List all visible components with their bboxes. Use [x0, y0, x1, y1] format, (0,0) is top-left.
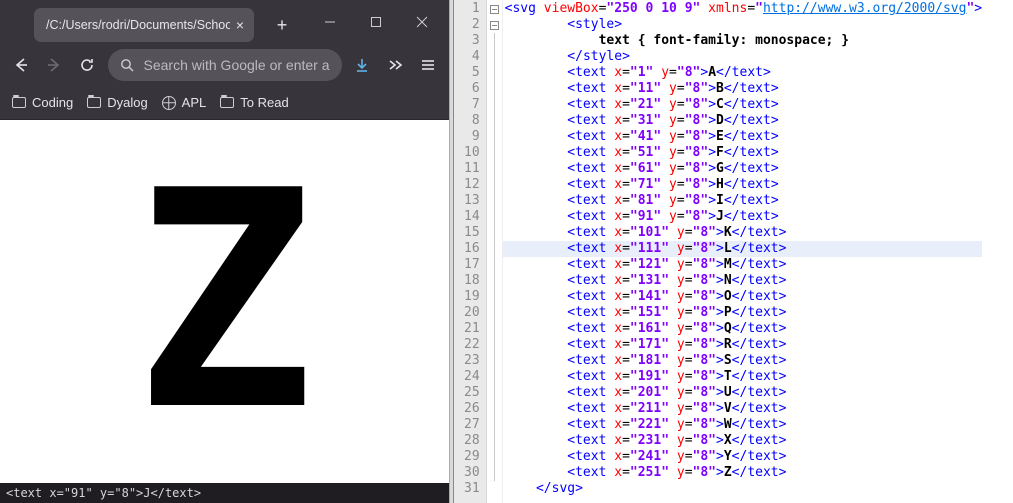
tab-title: /C:/Users/rodri/Documents/School — [46, 18, 230, 32]
code-line[interactable]: <text x="81" y="8">I</text> — [505, 193, 982, 209]
bookmark-label: Coding — [32, 95, 73, 110]
globe-icon — [162, 96, 176, 110]
code-line[interactable]: <text x="231" y="8">X</text> — [505, 433, 982, 449]
code-line[interactable]: <text x="91" y="8">J</text> — [505, 209, 982, 225]
code-line[interactable]: <text x="161" y="8">Q</text> — [505, 321, 982, 337]
code-line[interactable]: <text x="121" y="8">M</text> — [505, 257, 982, 273]
bookmark-item[interactable]: Coding — [12, 95, 73, 110]
code-line[interactable]: <svg viewBox="250 0 10 9" xmlns="http://… — [505, 1, 982, 17]
folder-icon — [220, 97, 234, 108]
code-line[interactable]: <text x="11" y="8">B</text> — [505, 81, 982, 97]
code-line[interactable]: <text x="51" y="8">F</text> — [505, 145, 982, 161]
download-button[interactable] — [350, 50, 375, 80]
window-controls — [307, 0, 445, 44]
forward-button[interactable] — [41, 50, 66, 80]
code-line[interactable]: <text x="181" y="8">S</text> — [505, 353, 982, 369]
menu-button[interactable] — [416, 50, 441, 80]
bookmark-label: APL — [182, 95, 207, 110]
reload-button[interactable] — [74, 50, 99, 80]
close-window-icon[interactable] — [399, 0, 445, 44]
code-line[interactable]: <text x="101" y="8">K</text> — [505, 225, 982, 241]
toolbar: Search with Google or enter a — [0, 44, 449, 86]
omnibox-placeholder: Search with Google or enter a — [144, 57, 330, 73]
new-tab-button[interactable]: + — [268, 11, 296, 39]
back-button[interactable] — [8, 50, 33, 80]
code-line[interactable]: </svg> — [505, 481, 982, 497]
code-line[interactable]: <text x="191" y="8">T</text> — [505, 369, 982, 385]
code-line[interactable]: <text x="211" y="8">V</text> — [505, 401, 982, 417]
svg-letter: Z — [134, 152, 315, 452]
code-editor[interactable]: 1234567891011121314151617181920212223242… — [454, 0, 1013, 503]
bookmark-label: To Read — [240, 95, 288, 110]
code-line[interactable]: <text x="201" y="8">U</text> — [505, 385, 982, 401]
code-line[interactable]: <text x="31" y="8">D</text> — [505, 113, 982, 129]
code-line[interactable]: <text x="141" y="8">O</text> — [505, 289, 982, 305]
code-line[interactable]: <text x="41" y="8">E</text> — [505, 129, 982, 145]
fold-toggle[interactable] — [487, 1, 502, 17]
code-line[interactable]: <style> — [505, 17, 982, 33]
code-line[interactable]: <text x="1" y="8">A</text> — [505, 65, 982, 81]
code-line[interactable]: </style> — [505, 49, 982, 65]
code-line[interactable]: <text x="171" y="8">R</text> — [505, 337, 982, 353]
code-line[interactable]: text { font-family: monospace; } — [505, 33, 982, 49]
bookmark-item[interactable]: Dyalog — [87, 95, 147, 110]
folder-icon — [87, 97, 101, 108]
bookmark-item[interactable]: APL — [162, 95, 207, 110]
code-line[interactable]: <text x="151" y="8">P</text> — [505, 305, 982, 321]
maximize-icon[interactable] — [353, 0, 399, 44]
browser-tab[interactable]: /C:/Users/rodri/Documents/School × — [34, 8, 254, 42]
code-line[interactable]: <text x="61" y="8">G</text> — [505, 161, 982, 177]
code-line[interactable]: <text x="251" y="8">Z</text> — [505, 465, 982, 481]
code-area[interactable]: <svg viewBox="250 0 10 9" xmlns="http://… — [503, 0, 982, 503]
bookmark-item[interactable]: To Read — [220, 95, 288, 110]
minimize-icon[interactable] — [307, 0, 353, 44]
fold-toggle[interactable] — [487, 17, 502, 33]
code-line[interactable]: <text x="131" y="8">N</text> — [505, 273, 982, 289]
page-content: Z — [0, 120, 449, 483]
bookmarks-bar: Coding Dyalog APL To Read — [0, 86, 449, 120]
code-line[interactable]: <text x="71" y="8">H</text> — [505, 177, 982, 193]
status-bar: <text x="91" y="8">J</text> — [0, 483, 449, 503]
code-line[interactable]: <text x="221" y="8">W</text> — [505, 417, 982, 433]
browser-window: /C:/Users/rodri/Documents/School × + Sea… — [0, 0, 449, 503]
fold-gutter — [487, 0, 503, 503]
search-icon — [120, 58, 134, 72]
code-line[interactable]: <text x="21" y="8">C</text> — [505, 97, 982, 113]
omnibox[interactable]: Search with Google or enter a — [108, 49, 342, 81]
line-number-gutter: 1234567891011121314151617181920212223242… — [454, 0, 487, 503]
bookmark-label: Dyalog — [107, 95, 147, 110]
code-line[interactable]: <text x="241" y="8">Y</text> — [505, 449, 982, 465]
titlebar: /C:/Users/rodri/Documents/School × + — [0, 0, 449, 44]
folder-icon — [12, 97, 26, 108]
overflow-button[interactable] — [383, 50, 408, 80]
close-tab-icon[interactable]: × — [236, 17, 244, 33]
